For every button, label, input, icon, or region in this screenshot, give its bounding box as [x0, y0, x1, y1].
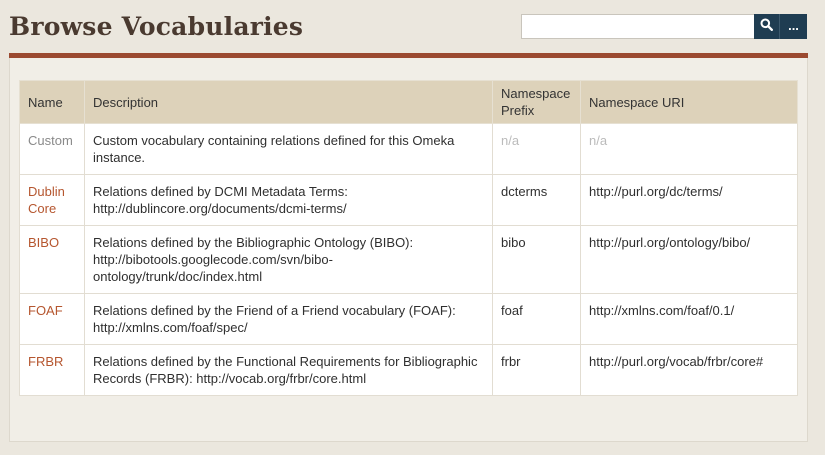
vocabulary-uri: n/a — [580, 123, 798, 175]
search-icon — [760, 18, 774, 36]
column-header-name: Name — [19, 80, 85, 124]
page-title: Browse Vocabularies — [9, 12, 304, 41]
vocabulary-uri: http://purl.org/vocab/frbr/core# — [580, 344, 798, 396]
vocabulary-description: Relations defined by the Functional Requ… — [84, 344, 493, 396]
vocabulary-name: FOAF — [19, 293, 85, 345]
search-button[interactable] — [754, 14, 780, 39]
vocabulary-uri: http://purl.org/dc/terms/ — [580, 174, 798, 226]
table-header-row: Name Description Namespace Prefix Namesp… — [19, 80, 798, 124]
vocabulary-prefix: foaf — [492, 293, 581, 345]
vocabulary-description: Custom vocabulary containing relations d… — [84, 123, 493, 175]
vocabulary-prefix: n/a — [492, 123, 581, 175]
table-row: Dublin Core Relations defined by DCMI Me… — [19, 174, 798, 226]
table-row: Custom Custom vocabulary containing rela… — [19, 123, 798, 175]
vocabulary-description: Relations defined by the Bibliographic O… — [84, 225, 493, 294]
vocabulary-prefix: bibo — [492, 225, 581, 294]
vocabulary-prefix: frbr — [492, 344, 581, 396]
vocabulary-link-bibo[interactable]: BIBO — [28, 235, 59, 250]
vocabulary-name: BIBO — [19, 225, 85, 294]
table-row: BIBO Relations defined by the Bibliograp… — [19, 225, 798, 294]
advanced-search-button[interactable]: ... — [780, 14, 807, 39]
vocabularies-table: Name Description Namespace Prefix Namesp… — [19, 80, 798, 396]
vocabulary-description: Relations defined by the Friend of a Fri… — [84, 293, 493, 345]
vocabulary-name: FRBR — [19, 344, 85, 396]
search-input[interactable] — [521, 14, 754, 39]
vocabulary-link-foaf[interactable]: FOAF — [28, 303, 63, 318]
search-bar: ... — [521, 14, 807, 39]
vocabulary-description: Relations defined by DCMI Metadata Terms… — [84, 174, 493, 226]
vocabulary-name: Dublin Core — [19, 174, 85, 226]
vocabulary-prefix: dcterms — [492, 174, 581, 226]
table-row: FOAF Relations defined by the Friend of … — [19, 293, 798, 345]
vocabulary-name: Custom — [19, 123, 85, 175]
column-header-uri: Namespace URI — [580, 80, 798, 124]
column-header-prefix: Namespace Prefix — [492, 80, 581, 124]
vocabulary-uri: http://purl.org/ontology/bibo/ — [580, 225, 798, 294]
vocabulary-link-frbr[interactable]: FRBR — [28, 354, 63, 369]
vocabulary-name-text: Custom — [28, 133, 73, 148]
vocabulary-link-dublin-core[interactable]: Dublin Core — [28, 184, 65, 216]
column-header-description: Description — [84, 80, 493, 124]
vocabulary-uri: http://xmlns.com/foaf/0.1/ — [580, 293, 798, 345]
table-row: FRBR Relations defined by the Functional… — [19, 344, 798, 396]
